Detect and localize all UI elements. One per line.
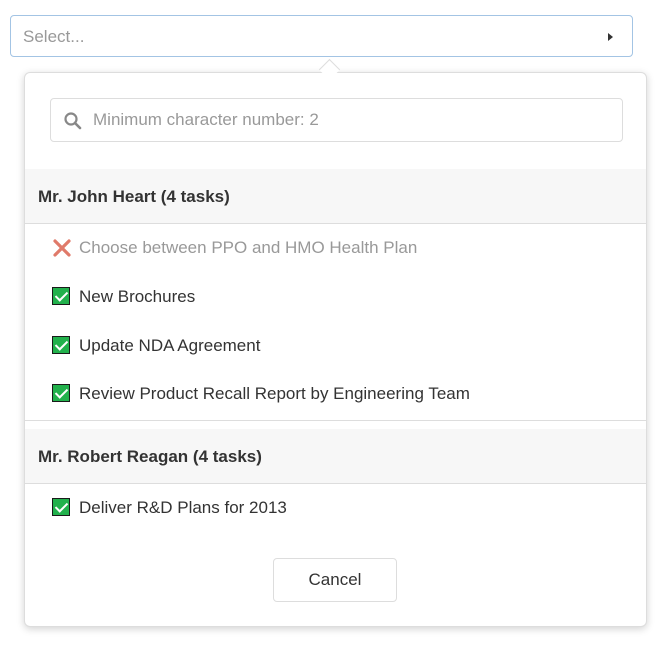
cancel-button[interactable]: Cancel xyxy=(273,558,397,602)
group-header-label: Mr. Robert Reagan (4 tasks) xyxy=(38,447,262,466)
list-item[interactable]: New Brochures xyxy=(52,283,632,313)
x-mark-icon xyxy=(52,238,72,258)
dropdown-popup: Mr. John Heart (4 tasks) Choose between … xyxy=(24,72,647,627)
search-box[interactable] xyxy=(50,98,623,142)
list-item-label: New Brochures xyxy=(79,287,196,306)
list-item-label: Deliver R&D Plans for 2013 xyxy=(79,498,287,517)
group-header-john-heart: Mr. John Heart (4 tasks) xyxy=(25,169,646,224)
checkbox-checked-icon xyxy=(52,384,72,404)
group-divider xyxy=(25,420,646,421)
group-header-label: Mr. John Heart (4 tasks) xyxy=(38,187,230,206)
checkbox-checked-icon xyxy=(52,498,72,518)
list-item[interactable]: Review Product Recall Report by Engineer… xyxy=(52,380,632,410)
checkbox-checked-icon xyxy=(52,287,72,307)
list-item[interactable]: Update NDA Agreement xyxy=(52,332,632,362)
list-item-label: Choose between PPO and HMO Health Plan xyxy=(79,238,418,257)
list-item-label: Review Product Recall Report by Engineer… xyxy=(79,384,470,403)
search-input[interactable] xyxy=(93,99,613,141)
select-placeholder: Select... xyxy=(23,27,85,46)
group-header-robert-reagan: Mr. Robert Reagan (4 tasks) xyxy=(25,429,646,484)
list-item-label: Update NDA Agreement xyxy=(79,336,261,355)
chevron-right-icon[interactable] xyxy=(608,33,613,41)
list-item[interactable]: Deliver R&D Plans for 2013 xyxy=(52,494,632,524)
checkbox-checked-icon xyxy=(52,336,72,356)
task-select[interactable]: Select... xyxy=(10,15,633,57)
search-icon xyxy=(63,111,83,136)
list-item[interactable]: Choose between PPO and HMO Health Plan xyxy=(52,234,632,264)
